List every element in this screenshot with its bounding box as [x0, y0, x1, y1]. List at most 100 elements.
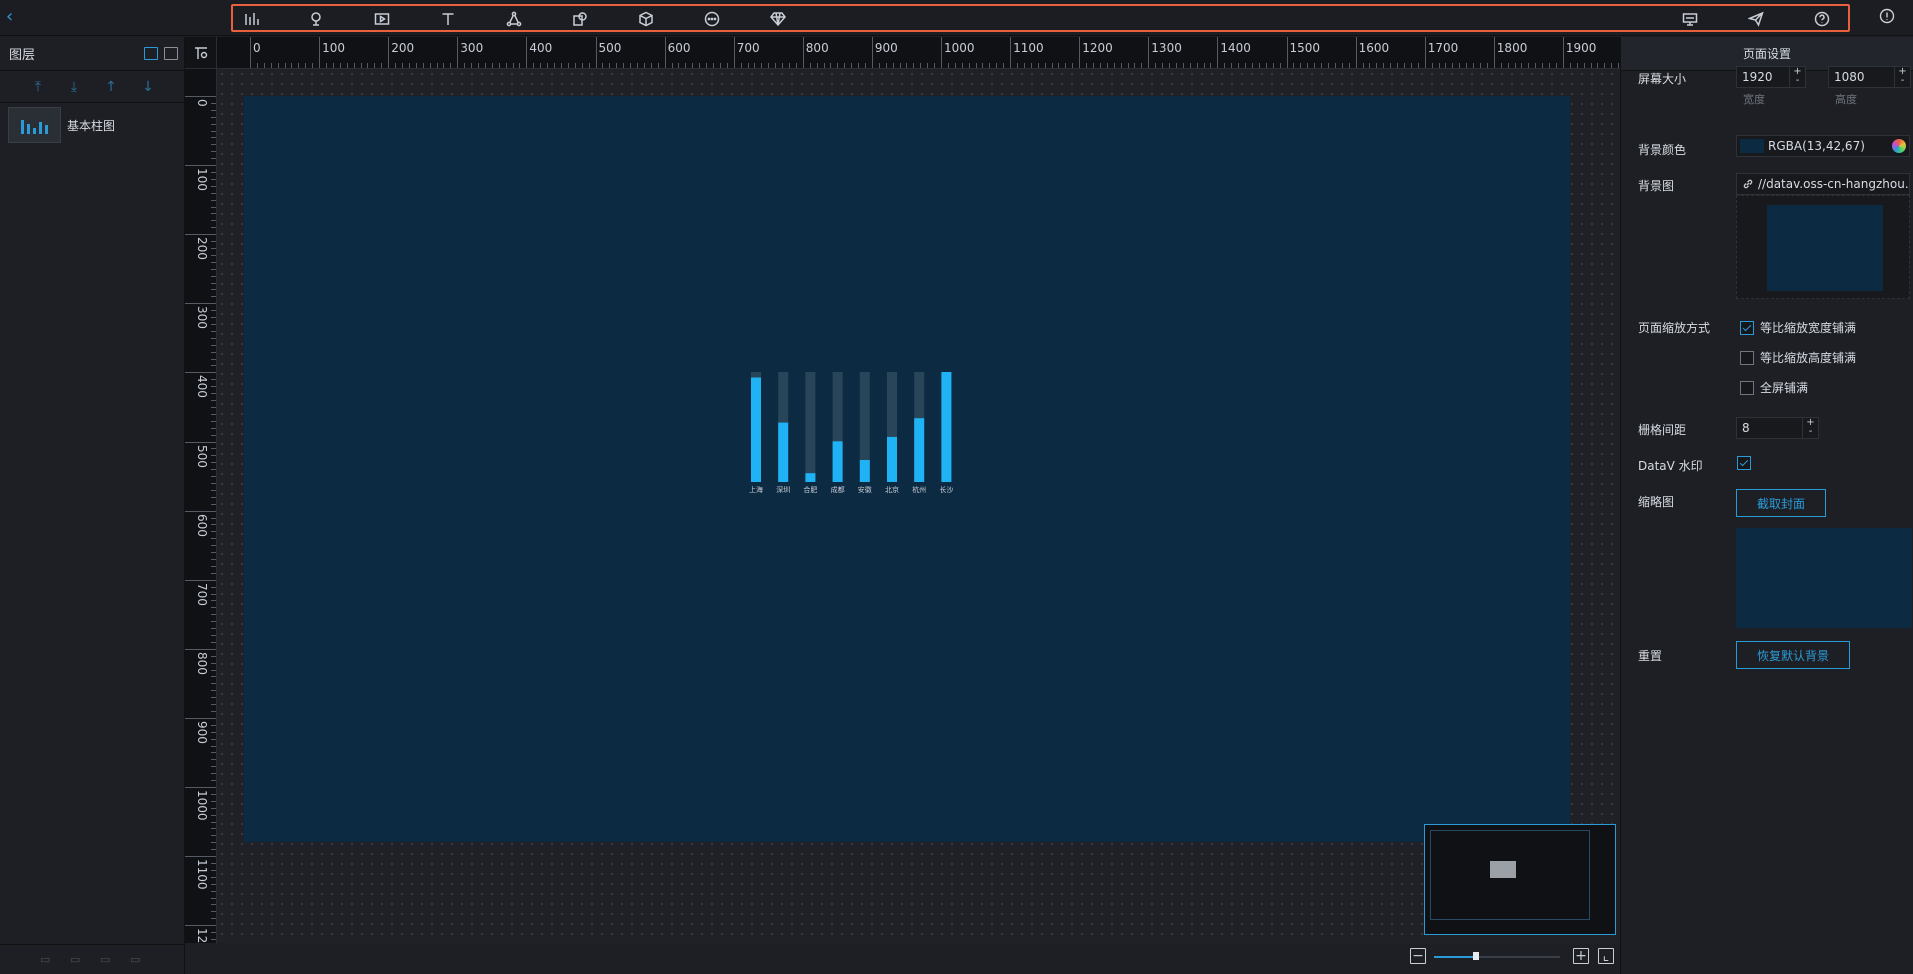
ruler-tick [1597, 63, 1599, 68]
zoom-option-width-label: 等比缩放宽度铺满 [1760, 321, 1857, 335]
thumbnail-view-icon[interactable] [144, 47, 158, 60]
zoom-option-height-checkbox[interactable] [1740, 350, 1754, 365]
more-icon[interactable] [701, 9, 723, 29]
color-picker-icon[interactable] [1892, 139, 1906, 153]
bar[interactable] [751, 377, 761, 483]
ruler-tick [185, 787, 216, 788]
move-down-icon[interactable]: ⤓ [66, 79, 82, 95]
ruler-tick [211, 365, 216, 367]
ruler-tick [851, 63, 853, 68]
move-up-icon[interactable]: ⤒ [30, 79, 46, 95]
ruler-tick [211, 738, 216, 740]
ruler-top-label: 800 [805, 41, 829, 55]
bg-image-dropzone[interactable] [1736, 195, 1910, 299]
ruler-tick [1542, 63, 1544, 68]
zoom-out-icon[interactable]: − [1410, 948, 1426, 964]
bar-track [805, 372, 816, 482]
ruler-tick [211, 614, 216, 616]
bar[interactable] [832, 441, 843, 482]
watermark-toggle[interactable] [1737, 456, 1751, 470]
ruler-tick [185, 234, 216, 236]
minimap-page [1490, 861, 1516, 878]
width-input[interactable]: 1920 + - [1736, 66, 1806, 88]
watermark-checkbox[interactable] [1737, 456, 1751, 470]
gem-icon[interactable] [767, 9, 789, 29]
back-chevron-icon[interactable]: ‹ [6, 8, 26, 28]
basic-bar-chart[interactable]: 上海 深圳 合肥 成都 安徽 北京 杭州 长沙 [244, 96, 1570, 842]
ruler-tick [185, 165, 216, 167]
ruler-tick [291, 63, 293, 68]
zoom-mode-label: 页面缩放方式 [1638, 321, 1711, 335]
ruler-tick [211, 662, 216, 664]
cube-icon[interactable] [635, 9, 657, 29]
zoom-option-width[interactable]: 等比缩放宽度铺满 [1740, 319, 1856, 336]
map-pin-icon[interactable] [305, 9, 327, 29]
bg-color-swatch[interactable] [1740, 139, 1764, 153]
zoom-in-icon[interactable]: + [1573, 948, 1589, 964]
capture-cover-button[interactable]: 截取封面 [1736, 489, 1826, 517]
height-input[interactable]: 1080 + - [1828, 66, 1911, 88]
info-icon[interactable] [1879, 8, 1899, 28]
bar[interactable] [805, 473, 816, 482]
ruler-toggle-icon[interactable] [185, 37, 217, 69]
lock-icon[interactable]: ▭ [100, 953, 114, 967]
shapes-icon[interactable] [569, 9, 591, 29]
ruler-tick [837, 63, 839, 68]
move-top-icon[interactable]: ↑ [103, 79, 119, 95]
zoom-option-full[interactable]: 全屏铺满 [1740, 379, 1808, 396]
ruler-tick [185, 648, 216, 650]
bg-image-url-input[interactable]: //datav.oss-cn-hangzhou.ali [1736, 173, 1910, 195]
zoom-slider[interactable] [1434, 956, 1560, 958]
ruler-tick [547, 63, 549, 68]
bar[interactable] [941, 372, 952, 482]
zoom-option-full-checkbox[interactable] [1740, 380, 1754, 395]
bar[interactable] [887, 436, 897, 482]
ruler-left-label: 300 [195, 306, 209, 330]
grid-spacing-stepper[interactable]: + - [1802, 418, 1818, 438]
ruler-tick [211, 524, 216, 526]
delete-icon[interactable]: ▭ [70, 953, 84, 967]
help-icon[interactable] [1811, 9, 1833, 29]
zoom-option-height[interactable]: 等比缩放高度铺满 [1740, 349, 1856, 366]
ruler-tick [1286, 37, 1288, 68]
bg-color-input[interactable]: RGBA(13,42,67) [1736, 135, 1910, 157]
fit-screen-icon[interactable]: ⌞ [1598, 948, 1614, 964]
ruler-tick [1300, 63, 1302, 68]
canvas-workspace[interactable]: 上海 深圳 合肥 成都 安徽 北京 杭州 长沙 [217, 69, 1620, 943]
network-icon[interactable] [503, 9, 525, 29]
text-icon[interactable] [437, 9, 459, 29]
ruler-tick [982, 63, 984, 68]
grid-spacing-input[interactable]: 8 + - [1736, 417, 1819, 439]
ruler-tick [211, 151, 216, 153]
group-icon[interactable]: ▭ [40, 953, 54, 967]
bar[interactable] [778, 422, 789, 482]
bar[interactable] [859, 460, 870, 482]
media-icon[interactable] [371, 9, 393, 29]
zoom-option-width-checkbox[interactable] [1740, 320, 1754, 335]
zoom-slider-handle[interactable] [1473, 952, 1479, 960]
ruler-tick [1099, 63, 1101, 68]
ruler-left-label: 600 [195, 513, 209, 537]
list-view-icon[interactable] [164, 47, 178, 60]
layer-item[interactable]: 基本柱图 [8, 107, 178, 143]
height-stepper[interactable]: + - [1894, 67, 1910, 87]
minimap[interactable] [1424, 824, 1616, 935]
ruler-tick [211, 455, 216, 457]
ruler-tick [1555, 63, 1557, 68]
ruler-tick [699, 63, 701, 68]
send-icon[interactable] [1745, 9, 1767, 29]
ruler-tick [211, 821, 216, 823]
ruler-tick [211, 600, 216, 602]
screen-size-label: 屏幕大小 [1638, 72, 1687, 86]
ruler-tick [211, 206, 216, 208]
ruler-tick [1417, 63, 1419, 68]
move-bottom-icon[interactable]: ↓ [140, 79, 156, 95]
hide-icon[interactable]: ▭ [130, 953, 144, 967]
width-stepper[interactable]: + - [1789, 67, 1805, 87]
chart-icon[interactable] [241, 9, 263, 29]
restore-default-bg-button[interactable]: 恢复默认背景 [1736, 641, 1850, 669]
screen-icon[interactable] [1679, 9, 1701, 29]
canvas-stage[interactable]: 上海 深圳 合肥 成都 安徽 北京 杭州 长沙 [244, 96, 1570, 842]
bar[interactable] [914, 418, 925, 482]
ruler-tick [211, 531, 216, 533]
